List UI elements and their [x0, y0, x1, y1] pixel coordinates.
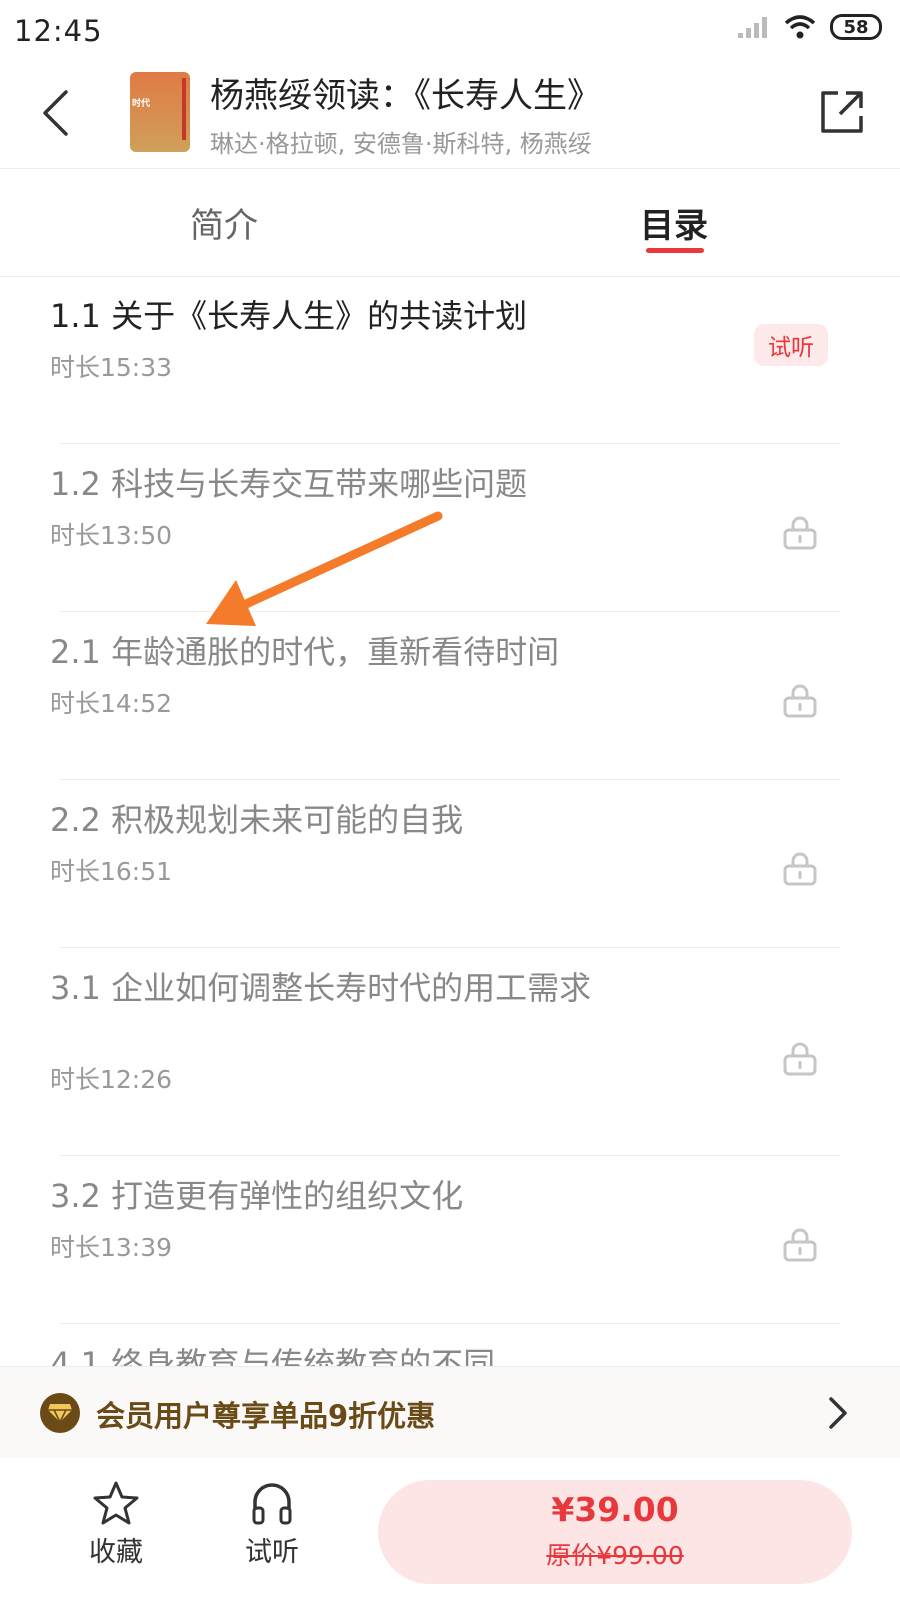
chapter-list[interactable]: 1.1 关于《长寿人生》的共读计划 时长15:33 试听 1.2 科技与长寿交互…: [0, 276, 900, 1366]
chapter-item[interactable]: 2.2 积极规划未来可能的自我 时长16:51: [0, 780, 900, 948]
chevron-right-icon: [829, 1397, 847, 1429]
chapter-duration: 时长15:33: [50, 353, 173, 382]
cover-text: 时代: [132, 99, 151, 109]
tab-intro[interactable]: 简介: [190, 198, 258, 247]
tab-toc[interactable]: 目录: [640, 198, 708, 247]
tab-bar: 简介 目录: [0, 168, 900, 277]
chapter-item[interactable]: 2.1 年龄通胀的时代，重新看待时间 时长14:52: [0, 612, 900, 780]
signal-icon: [738, 17, 767, 38]
back-arrow-icon: [43, 90, 68, 136]
book-title: 杨燕绥领读：《长寿人生》: [210, 76, 601, 116]
book-cover: 时代: [130, 72, 190, 152]
chapter-duration: 时长13:39: [50, 1233, 173, 1262]
lock-icon: [783, 516, 817, 550]
chapter-title: 3.2 打造更有弹性的组织文化: [50, 1177, 464, 1215]
chapter-title: 2.1 年龄通胀的时代，重新看待时间: [50, 633, 560, 671]
chapter-item[interactable]: 1.1 关于《长寿人生》的共读计划 时长15:33 试听: [0, 276, 900, 444]
promo-text: 会员用户尊享单品9折优惠: [96, 1399, 436, 1433]
chapter-duration: 时长13:50: [50, 521, 173, 550]
chapter-title: 1.2 科技与长寿交互带来哪些问题: [50, 465, 528, 503]
price: ¥39.00: [551, 1490, 679, 1529]
original-price: 原价¥99.00: [546, 1541, 684, 1570]
book-authors: 琳达·格拉顿, 安德鲁·斯科特, 杨燕绥: [210, 130, 592, 158]
header: 时代 杨燕绥领读：《长寿人生》 琳达·格拉顿, 安德鲁·斯科特, 杨燕绥: [0, 62, 900, 169]
favorite-label: 收藏: [89, 1537, 143, 1568]
headphones-icon: [252, 1483, 292, 1525]
member-promo-banner[interactable]: 会员用户尊享单品9折优惠: [0, 1366, 900, 1460]
chapter-title: 3.1 企业如何调整长寿时代的用工需求: [50, 969, 592, 1007]
status-time: 12:45: [14, 14, 103, 48]
share-icon: [821, 91, 863, 133]
tab-active-indicator: [646, 248, 704, 253]
favorite-button[interactable]: 收藏: [66, 1480, 166, 1569]
lock-icon: [783, 684, 817, 718]
chapter-title: 1.1 关于《长寿人生》的共读计划: [50, 297, 528, 335]
trial-badge[interactable]: 试听: [754, 324, 828, 366]
lock-icon: [783, 1042, 817, 1076]
listen-button[interactable]: 试听: [222, 1480, 322, 1569]
diamond-icon: [40, 1393, 80, 1433]
battery-indicator: 58: [830, 14, 882, 40]
lock-icon: [783, 1228, 817, 1262]
back-button[interactable]: [30, 82, 80, 144]
share-button[interactable]: [814, 84, 870, 140]
star-icon: [93, 1481, 139, 1525]
lock-icon: [783, 852, 817, 886]
status-icons: 58: [736, 14, 882, 40]
status-bar: 12:45 58: [0, 0, 900, 62]
chapter-title: 4.1 终身教育与传统教育的不同: [50, 1345, 496, 1366]
chapter-duration: 时长16:51: [50, 857, 173, 886]
chapter-title: 2.2 积极规划未来可能的自我: [50, 801, 464, 839]
chapter-duration: 时长12:26: [50, 1065, 173, 1094]
wifi-icon: [784, 15, 816, 39]
listen-label: 试听: [245, 1537, 299, 1568]
chapter-item[interactable]: 3.2 打造更有弹性的组织文化 时长13:39: [0, 1156, 900, 1324]
buy-button[interactable]: ¥39.00 原价¥99.00: [378, 1480, 852, 1584]
chapter-item[interactable]: 4.1 终身教育与传统教育的不同: [0, 1324, 900, 1366]
chapter-duration: 时长14:52: [50, 689, 173, 718]
chapter-item[interactable]: 1.2 科技与长寿交互带来哪些问题 时长13:50: [0, 444, 900, 612]
bottom-action-bar: 收藏 试听 ¥39.00 原价¥99.00: [0, 1458, 900, 1600]
cover-stripe: [182, 78, 186, 140]
chapter-item[interactable]: 3.1 企业如何调整长寿时代的用工需求 时长12:26: [0, 948, 900, 1156]
